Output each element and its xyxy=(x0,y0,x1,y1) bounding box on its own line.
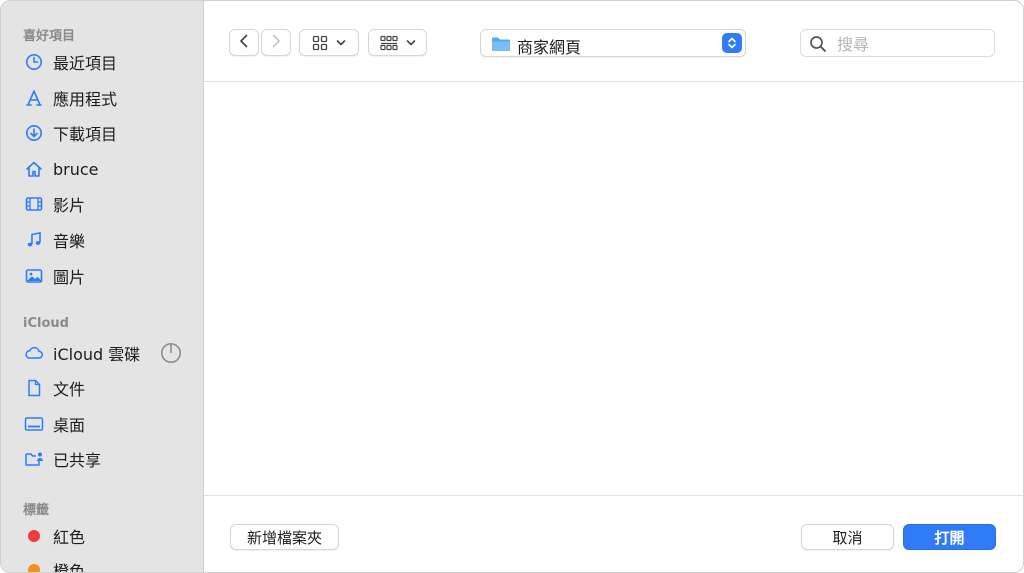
chevron-down-icon xyxy=(406,39,416,47)
open-button[interactable]: 打開 xyxy=(903,524,996,550)
location-popup[interactable]: 商家網頁 xyxy=(480,29,746,57)
sidebar-item-label: 桌面 xyxy=(53,416,86,435)
chevron-left-icon xyxy=(239,33,249,52)
home-icon xyxy=(23,158,45,180)
sidebar-item-label: 文件 xyxy=(53,380,86,399)
chevron-down-icon xyxy=(336,39,346,47)
document-icon xyxy=(23,377,45,399)
shared-folder-icon xyxy=(23,448,45,470)
tags-section-title: 標籤 xyxy=(23,503,50,518)
photo-icon xyxy=(23,265,45,287)
red-tag-dot-icon xyxy=(23,525,45,547)
apps-icon xyxy=(23,87,45,109)
sidebar-item-label: 最近項目 xyxy=(53,54,118,73)
back-button[interactable] xyxy=(229,29,259,56)
view-mode-button[interactable] xyxy=(299,29,359,56)
sidebar-item-label: 音樂 xyxy=(53,232,86,251)
sidebar-item-label: 影片 xyxy=(53,196,86,215)
favorites-section-title: 喜好項目 xyxy=(23,29,76,44)
music-note-icon xyxy=(23,229,45,251)
sidebar-item-label: bruce xyxy=(53,159,99,179)
sidebar-item-recents[interactable]: 最近項目 xyxy=(23,49,193,75)
download-icon xyxy=(23,122,45,144)
icloud-section-title: iCloud xyxy=(23,316,69,331)
orange-tag-dot-icon xyxy=(23,559,45,572)
file-list-area[interactable] xyxy=(204,82,1023,495)
search-field[interactable] xyxy=(800,29,995,57)
sync-progress-icon xyxy=(160,342,182,368)
current-folder-name: 商家網頁 xyxy=(517,38,582,57)
group-icon xyxy=(379,35,398,51)
sidebar-item-label: 下載項目 xyxy=(53,125,118,144)
sidebar-item-pictures[interactable]: 圖片 xyxy=(23,263,193,289)
desktop-icon xyxy=(23,413,45,435)
sidebar-item-label: 紅色 xyxy=(53,528,86,547)
forward-button[interactable] xyxy=(261,29,291,56)
sidebar-item-tag-orange[interactable]: 橙色 xyxy=(23,557,193,573)
sidebar-item-label: 橙色 xyxy=(53,562,86,573)
cancel-button[interactable]: 取消 xyxy=(801,524,894,550)
search-input[interactable] xyxy=(835,33,989,55)
footer-bar: 新增檔案夾 取消 打開 xyxy=(204,495,1023,572)
folder-icon xyxy=(491,35,511,57)
chevron-right-icon xyxy=(271,33,281,52)
sidebar-item-downloads[interactable]: 下載項目 xyxy=(23,120,193,146)
file-open-dialog: 喜好項目 最近項目 應用程式 下載項目 bruce 影片 音樂 圖片 iClou… xyxy=(0,0,1024,573)
cloud-icon xyxy=(23,342,45,364)
search-icon xyxy=(809,35,827,57)
sidebar-item-label: 應用程式 xyxy=(53,90,118,109)
toolbar: 商家網頁 xyxy=(204,1,1023,82)
clock-icon xyxy=(23,51,45,73)
sidebar-item-music[interactable]: 音樂 xyxy=(23,227,193,253)
sidebar-item-movies[interactable]: 影片 xyxy=(23,191,193,217)
sidebar-item-home[interactable]: bruce xyxy=(23,156,193,182)
group-by-button[interactable] xyxy=(368,29,427,56)
sidebar-item-label: 圖片 xyxy=(53,268,86,287)
new-folder-button[interactable]: 新增檔案夾 xyxy=(230,524,339,550)
sidebar-item-label: iCloud 雲碟 xyxy=(53,345,141,364)
sidebar-item-label: 已共享 xyxy=(53,451,102,470)
sidebar-item-applications[interactable]: 應用程式 xyxy=(23,85,193,111)
sidebar-item-tag-red[interactable]: 紅色 xyxy=(23,523,193,549)
sidebar-item-desktop[interactable]: 桌面 xyxy=(23,411,193,437)
sidebar-item-shared[interactable]: 已共享 xyxy=(23,446,193,472)
sidebar-item-documents[interactable]: 文件 xyxy=(23,375,193,401)
sidebar: 喜好項目 最近項目 應用程式 下載項目 bruce 影片 音樂 圖片 iClou… xyxy=(1,1,204,573)
grid-view-icon xyxy=(312,35,328,51)
chevron-up-down-icon xyxy=(722,33,742,53)
film-icon xyxy=(23,193,45,215)
